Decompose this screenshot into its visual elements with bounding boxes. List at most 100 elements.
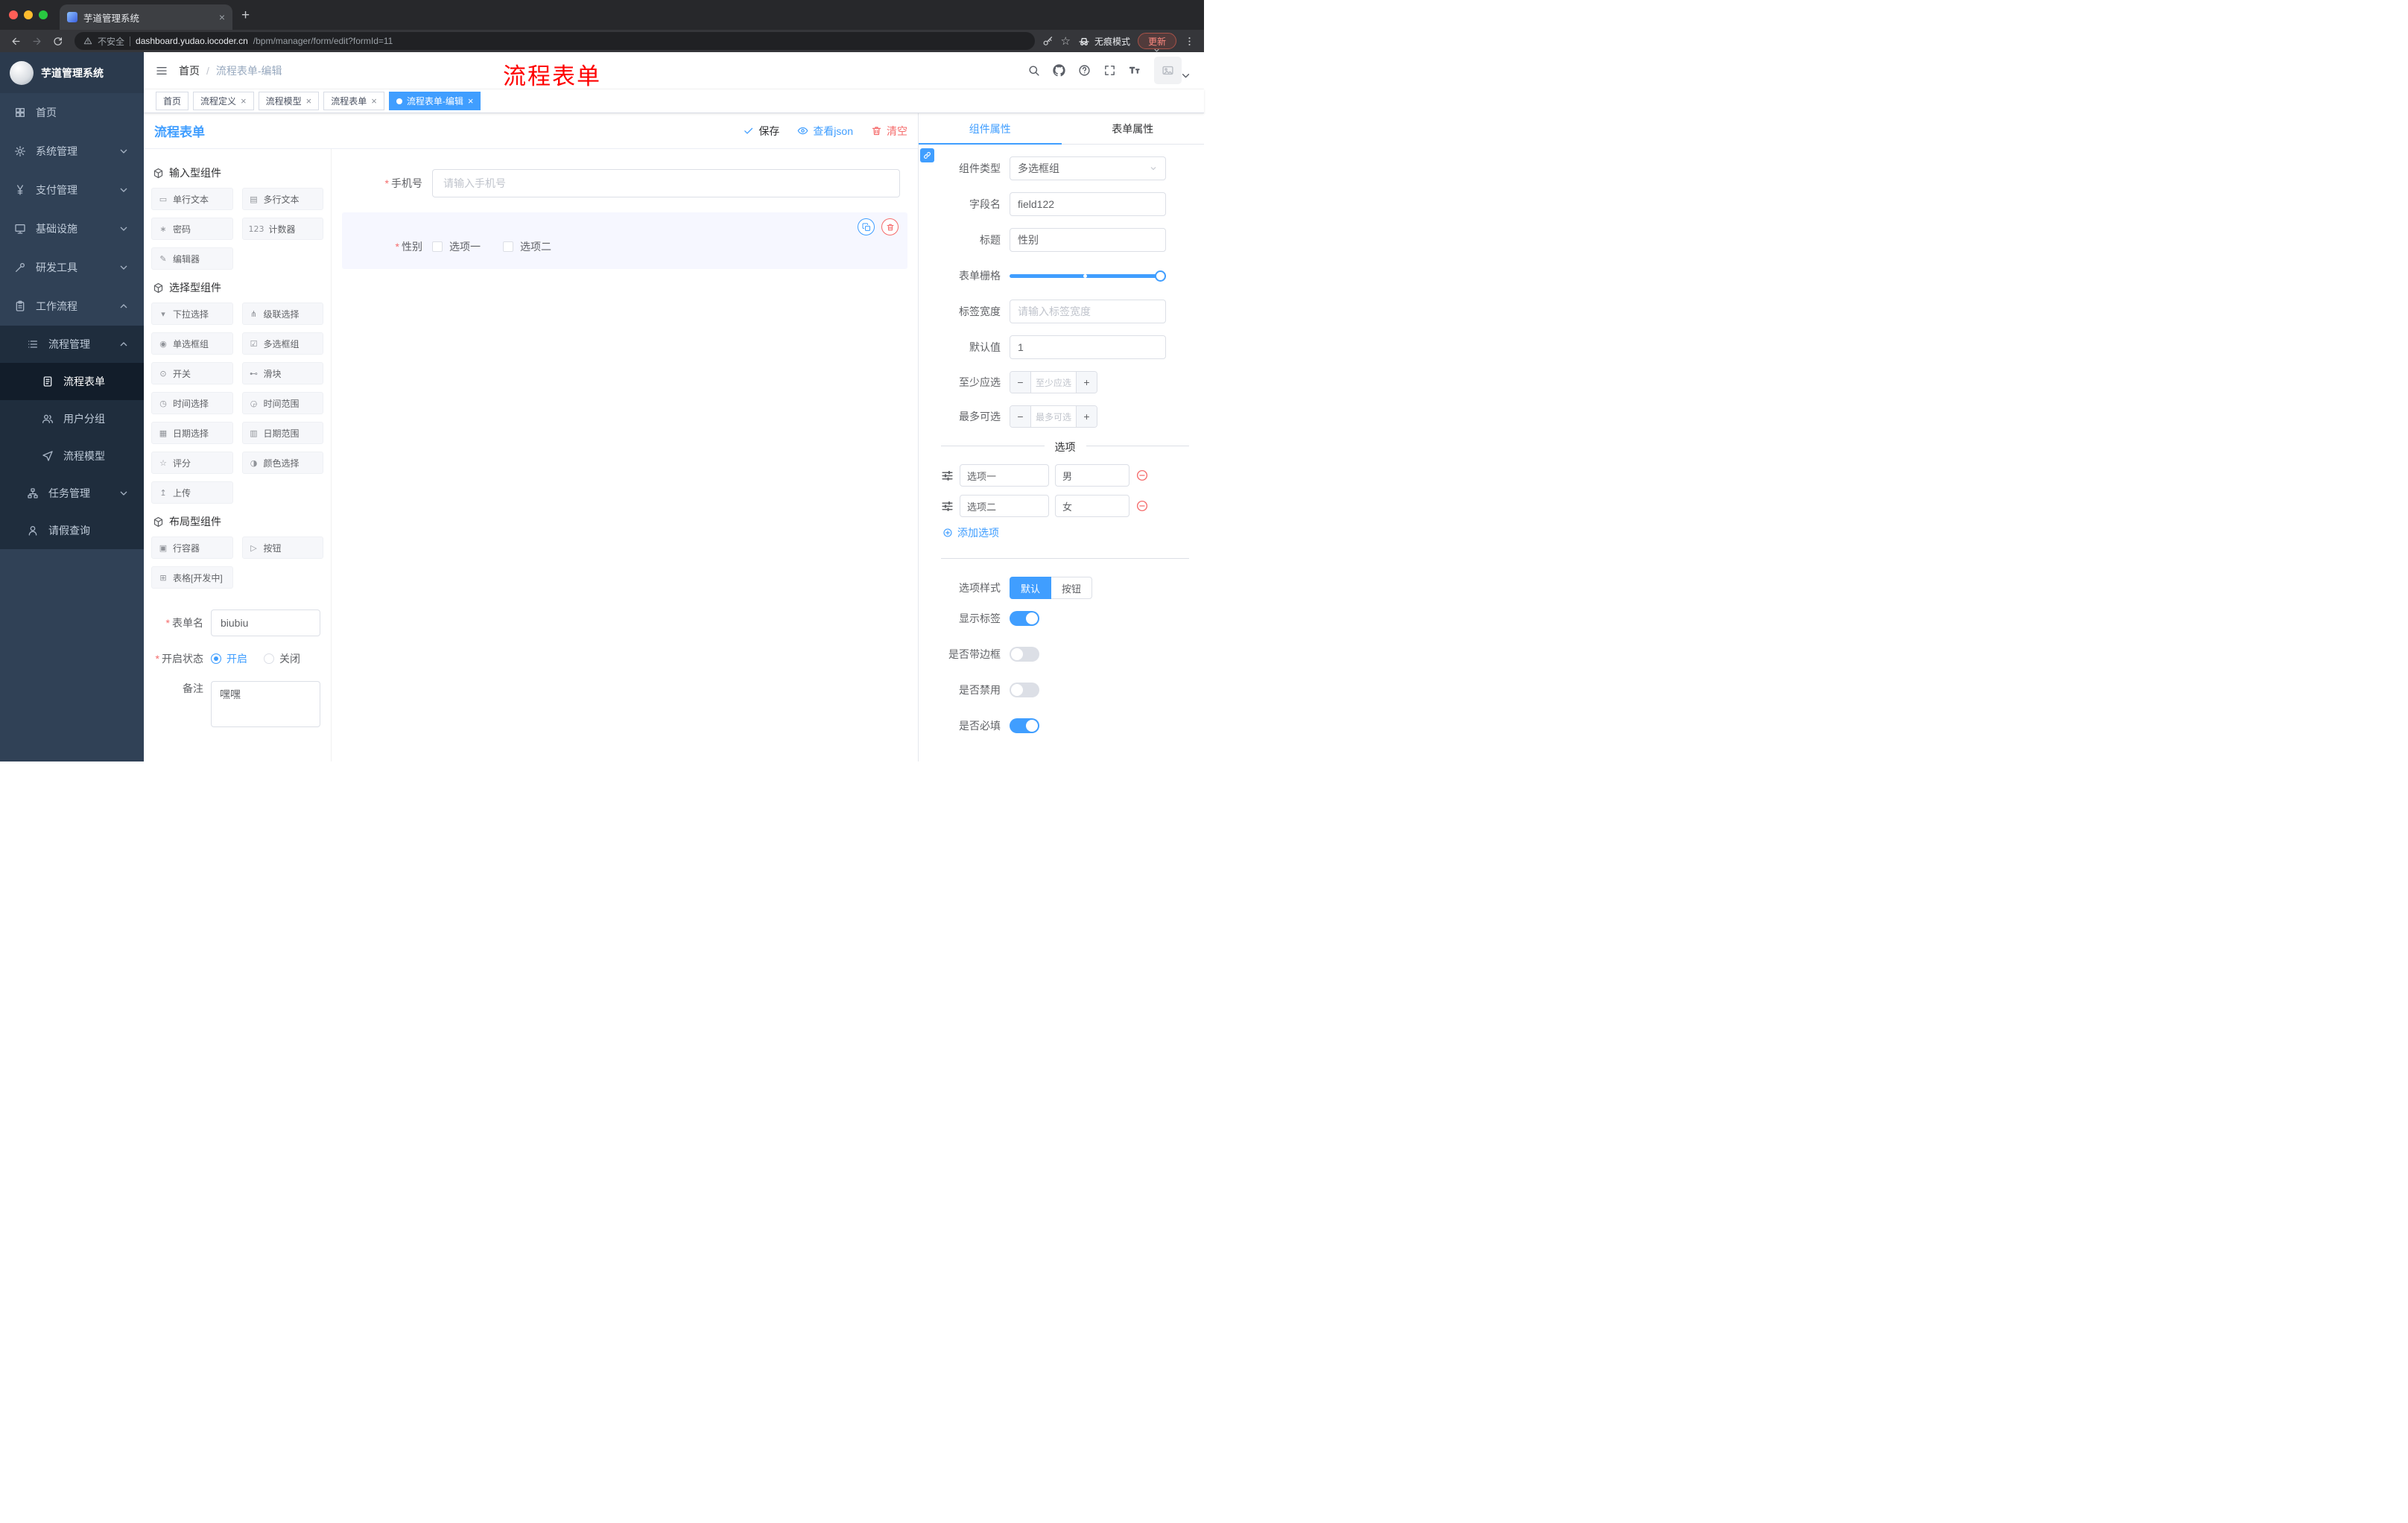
component-item[interactable]: ⊞ 表格[开发中] [151, 566, 233, 589]
decrease-button[interactable]: − [1010, 406, 1031, 427]
sidebar-item-process-model[interactable]: 流程模型 [0, 437, 144, 475]
decrease-button[interactable]: − [1010, 372, 1031, 393]
tag-home[interactable]: 首页 [156, 92, 189, 110]
view-json-button[interactable]: 查看json [797, 124, 853, 139]
sidebar-logo[interactable]: 芋道管理系统 [0, 52, 144, 93]
style-button-button[interactable]: 按钮 [1051, 577, 1093, 599]
forward-button[interactable] [27, 32, 46, 50]
save-button[interactable]: 保存 [743, 124, 779, 139]
default-value-input[interactable] [1010, 335, 1166, 359]
hamburger-icon[interactable] [156, 65, 168, 77]
stepper-placeholder[interactable]: 至少应选 [1031, 372, 1076, 393]
bookmark-star-icon[interactable]: ☆ [1061, 34, 1071, 48]
component-item[interactable]: ⊙ 开关 [151, 362, 233, 384]
component-item[interactable]: ⋔ 级联选择 [241, 303, 323, 325]
tab-form-props[interactable]: 表单属性 [1062, 113, 1205, 144]
component-item[interactable]: ▾ 下拉选择 [151, 303, 233, 325]
component-item[interactable]: ↥ 上传 [151, 481, 233, 504]
user-avatar[interactable] [1154, 57, 1182, 84]
label-width-input[interactable] [1010, 300, 1166, 323]
component-item[interactable]: ▤ 多行文本 [241, 188, 323, 210]
tag-close-icon[interactable]: × [468, 95, 474, 107]
option-label-input[interactable] [960, 495, 1049, 517]
status-off-radio[interactable]: 关闭 [264, 651, 300, 666]
security-label[interactable]: 不安全 [98, 35, 124, 48]
back-button[interactable] [6, 32, 25, 50]
component-item[interactable]: ▭ 单行文本 [151, 188, 233, 210]
search-icon[interactable] [1027, 64, 1040, 77]
new-tab-button[interactable]: + [232, 7, 259, 30]
github-icon[interactable] [1053, 64, 1065, 77]
tag-close-icon[interactable]: × [306, 95, 312, 107]
form-remark-textarea[interactable]: 嘿嘿 [211, 681, 320, 727]
component-item[interactable]: 123 计数器 [241, 218, 323, 240]
grid-slider[interactable] [1010, 264, 1166, 288]
component-item[interactable]: ▣ 行容器 [151, 536, 233, 559]
show-label-switch[interactable] [1010, 611, 1039, 626]
sidebar-item-dev-tools[interactable]: 研发工具 [0, 248, 144, 287]
sidebar-item-process-form[interactable]: 流程表单 [0, 363, 144, 400]
sidebar-item-user-group[interactable]: 用户分组 [0, 400, 144, 437]
component-item[interactable]: ▦ 日期选择 [151, 422, 233, 444]
sidebar-item-process-management[interactable]: 流程管理 [0, 326, 144, 363]
remove-option-button[interactable] [1135, 469, 1149, 482]
fullscreen-icon[interactable] [1103, 64, 1116, 77]
sidebar-item-system-management[interactable]: 系统管理 [0, 132, 144, 171]
tag-process-definition[interactable]: 流程定义 × [193, 92, 254, 110]
stepper-placeholder[interactable]: 最多可选 [1031, 406, 1076, 427]
field-name-input[interactable] [1010, 192, 1166, 216]
address-bar[interactable]: 不安全 dashboard.yudao.iocoder.cn /bpm/mana… [75, 32, 1035, 50]
slider-handle[interactable] [1155, 270, 1166, 282]
increase-button[interactable]: + [1076, 372, 1097, 393]
tag-process-model[interactable]: 流程模型 × [258, 92, 320, 110]
form-field-phone[interactable]: * 手机号 [342, 160, 907, 206]
close-window-button[interactable] [9, 10, 18, 19]
component-type-select[interactable]: 多选框组 [1010, 156, 1166, 180]
form-name-input[interactable] [211, 609, 320, 636]
component-item[interactable]: ∗ 密码 [151, 218, 233, 240]
zoom-window-button[interactable] [39, 10, 48, 19]
component-item[interactable]: ✎ 编辑器 [151, 247, 233, 270]
component-item[interactable]: ◉ 单选框组 [151, 332, 233, 355]
link-icon[interactable] [920, 148, 934, 162]
status-on-radio[interactable]: 开启 [211, 651, 247, 666]
tag-process-form[interactable]: 流程表单 × [323, 92, 384, 110]
tag-close-icon[interactable]: × [241, 95, 247, 107]
option-value-input[interactable] [1055, 495, 1129, 517]
tag-process-form-edit[interactable]: 流程表单-编辑 × [388, 92, 481, 110]
reload-button[interactable] [48, 32, 67, 50]
key-icon[interactable] [1042, 36, 1054, 47]
required-switch[interactable] [1010, 718, 1039, 733]
browser-tab[interactable]: 芋道管理系统 × [60, 4, 232, 30]
sidebar-item-workflow[interactable]: 工作流程 [0, 287, 144, 326]
increase-button[interactable]: + [1076, 406, 1097, 427]
font-size-icon[interactable] [1129, 64, 1141, 77]
checkbox-option-2[interactable]: 选项二 [503, 239, 551, 254]
sidebar-item-leave-query[interactable]: 请假查询 [0, 512, 144, 549]
sidebar-item-infrastructure[interactable]: 基础设施 [0, 209, 144, 248]
option-label-input[interactable] [960, 464, 1049, 487]
help-icon[interactable] [1078, 64, 1091, 77]
disabled-switch[interactable] [1010, 683, 1039, 697]
option-value-input[interactable] [1055, 464, 1129, 487]
minimize-window-button[interactable] [24, 10, 33, 19]
delete-field-button[interactable] [881, 218, 899, 235]
tab-close-icon[interactable]: × [219, 11, 225, 23]
sidebar-item-task-management[interactable]: 任务管理 [0, 475, 144, 512]
remove-option-button[interactable] [1135, 499, 1149, 513]
kebab-menu-icon[interactable] [1184, 36, 1195, 47]
drag-handle-icon[interactable] [941, 500, 954, 513]
component-item[interactable]: ◷ 时间选择 [151, 392, 233, 414]
breadcrumb-home[interactable]: 首页 [179, 63, 200, 78]
component-item[interactable]: ◶ 时间范围 [241, 392, 323, 414]
form-field-gender[interactable]: * 性别 选项一 选项二 [342, 212, 907, 269]
component-item[interactable]: ☑ 多选框组 [241, 332, 323, 355]
component-item[interactable]: ⊷ 滑块 [241, 362, 323, 384]
style-default-button[interactable]: 默认 [1010, 577, 1052, 599]
title-input[interactable] [1010, 228, 1166, 252]
border-switch[interactable] [1010, 647, 1039, 662]
checkbox-option-1[interactable]: 选项一 [432, 239, 481, 254]
phone-input[interactable] [432, 169, 900, 197]
component-item[interactable]: ◑ 颜色选择 [241, 452, 323, 474]
component-item[interactable]: ☆ 评分 [151, 452, 233, 474]
